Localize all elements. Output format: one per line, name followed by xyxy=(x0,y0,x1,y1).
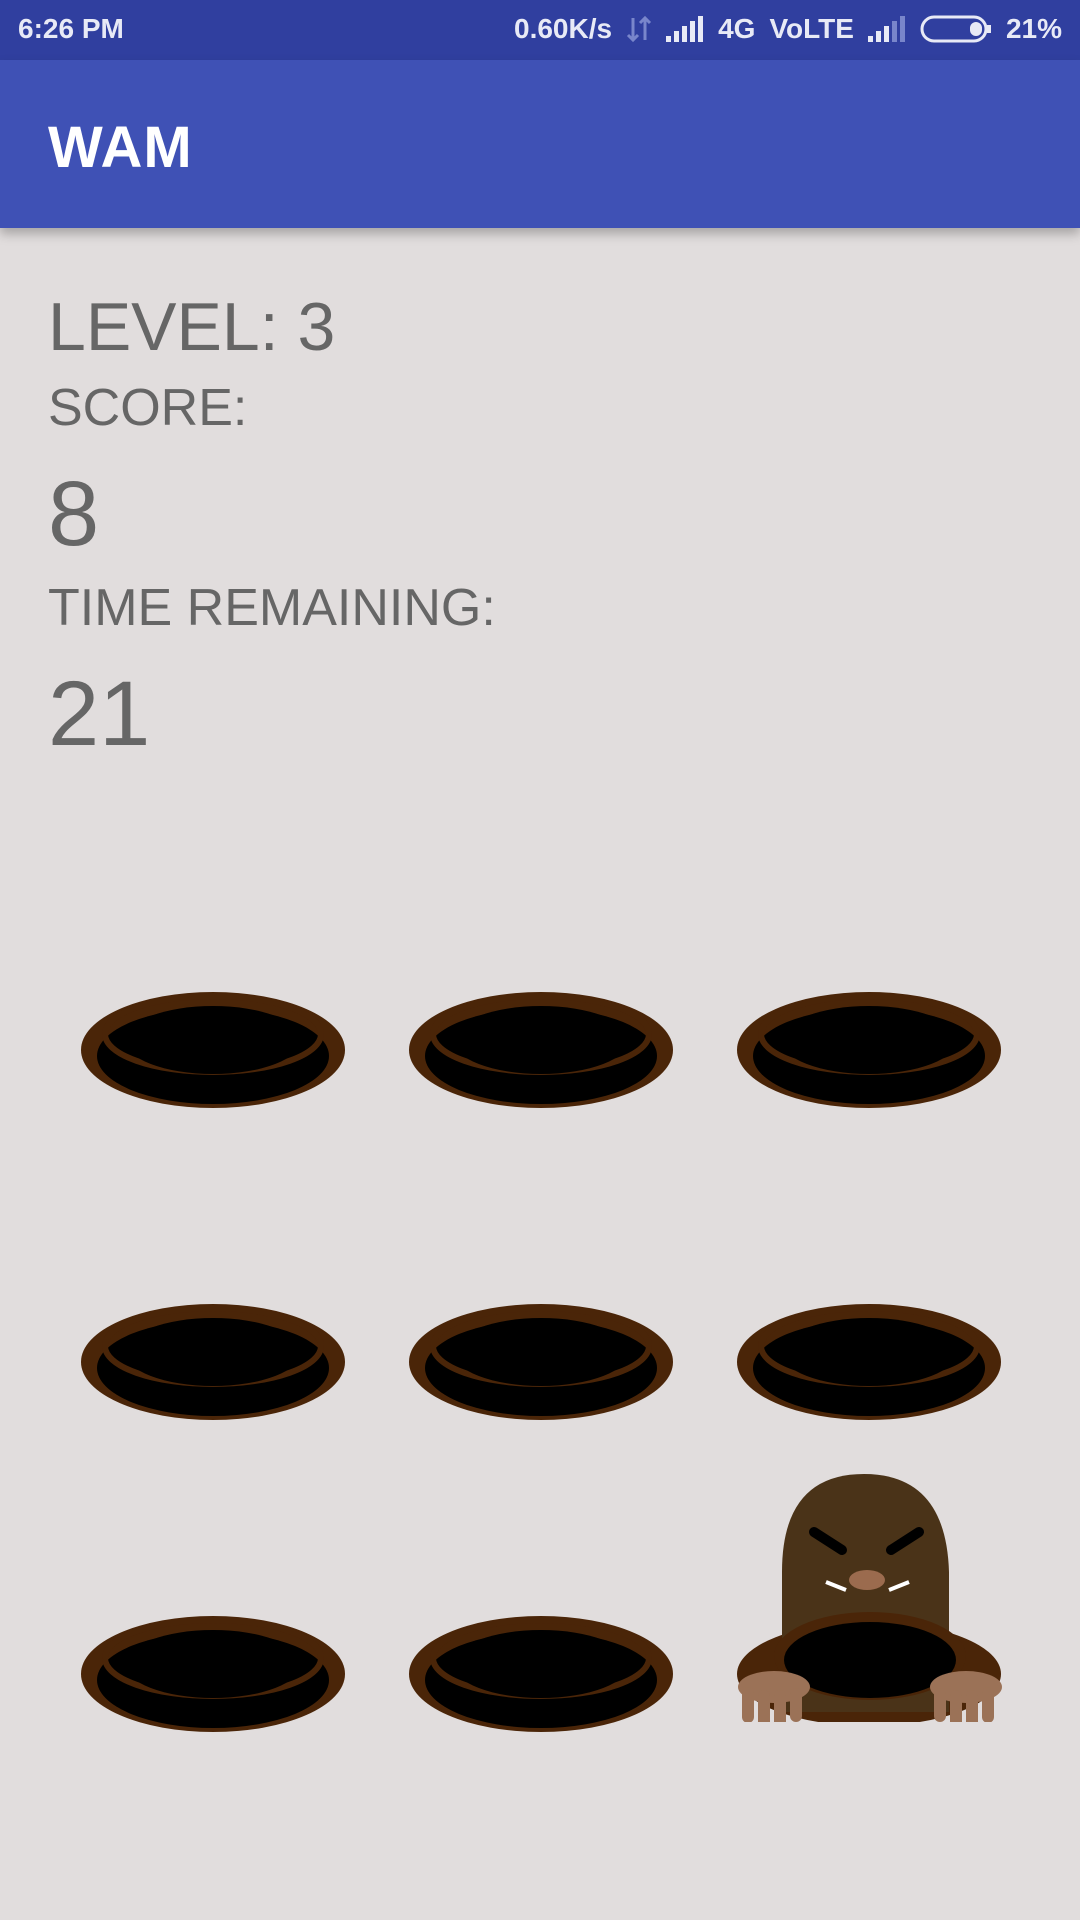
score-label: SCORE: xyxy=(48,379,248,437)
battery-percent: 21% xyxy=(1005,13,1062,44)
hole[interactable] xyxy=(406,988,676,1118)
app-bar: WAM xyxy=(0,60,1080,228)
hole[interactable] xyxy=(78,988,348,1118)
data-transfer-icon xyxy=(627,15,652,43)
mole-icon[interactable] xyxy=(734,1462,1004,1722)
volte-label: VoLTE xyxy=(769,13,854,44)
signal-icon-2 xyxy=(867,16,905,42)
time-remaining-value: 21 xyxy=(48,663,151,765)
hole-with-mole[interactable] xyxy=(734,1474,1004,1742)
hole[interactable] xyxy=(78,1300,348,1430)
hole[interactable] xyxy=(406,1612,676,1742)
hole[interactable] xyxy=(78,1612,348,1742)
score-value: 8 xyxy=(48,463,100,565)
app-title: WAM xyxy=(48,115,193,180)
level-text: LEVEL: 3 xyxy=(48,289,336,365)
hole[interactable] xyxy=(734,988,1004,1118)
time-remaining-label: TIME REMAINING: xyxy=(48,579,496,637)
battery-icon xyxy=(920,15,991,43)
status-bar: 6:26 PM 0.60K/s 4G VoLTE 21% xyxy=(0,0,1080,60)
status-time: 6:26 PM xyxy=(18,13,124,44)
net-speed: 0.60K/s xyxy=(514,13,613,44)
status-right: 0.60K/s 4G VoLTE 21% xyxy=(514,13,1062,45)
signal-icon xyxy=(666,16,704,42)
hole[interactable] xyxy=(734,1300,1004,1430)
hole[interactable] xyxy=(406,1300,676,1430)
network-type: 4G xyxy=(718,13,756,44)
